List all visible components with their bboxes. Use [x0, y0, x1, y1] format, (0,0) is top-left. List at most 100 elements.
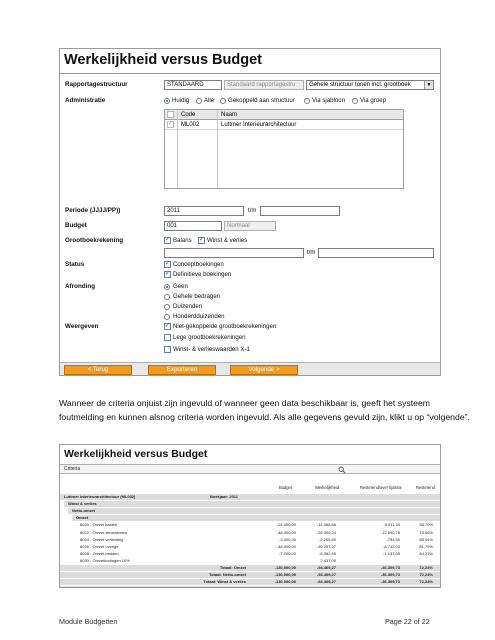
structure-code-input[interactable]: STANDAARD — [164, 80, 222, 90]
winst-verlies-x1-checkbox[interactable] — [164, 346, 171, 353]
table-row[interactable]: 8026 - Omzet overige -48.000,00 -39.257,97… — [76, 543, 440, 550]
budget-value: -24.000,00 — [276, 522, 296, 528]
periode-to-input[interactable] — [260, 206, 340, 216]
budget-value: -48.000,00 — [276, 543, 296, 549]
grid-header-row: Code Naam — [165, 110, 403, 120]
afronding-option-honderdduizenden: Honderdduizenden — [173, 313, 225, 320]
criteria-bar[interactable]: Criteria — [60, 464, 440, 474]
actual-value: -35.309,24 — [316, 529, 336, 535]
balans-checkbox[interactable]: ✓ — [164, 237, 171, 244]
export-button[interactable]: Exporteren — [148, 365, 216, 375]
table-row[interactable]: ✓ ML002 Luttmer Interieurarchitectuur — [165, 120, 403, 130]
total-row[interactable]: Totaal: Omzet -130.000,00 -94.469,27 -36.30… — [60, 565, 440, 571]
concept-checkbox[interactable]: ✓ — [164, 261, 171, 268]
total-actual: -94.469,27 — [316, 579, 336, 585]
afronding-radio-duizenden[interactable] — [164, 304, 170, 310]
afronding-radio-geen[interactable] — [164, 284, 170, 290]
grid-header-naam[interactable]: Naam — [221, 110, 237, 120]
admin-option-huidig: Huidig — [172, 97, 190, 104]
weergeven-label: Weergeven — [65, 323, 99, 330]
total-label: Totaal: Netto-omzet — [208, 572, 246, 578]
table-row[interactable]: 8020 - Omzet kasten -24.000,00 -14.088,66 -… — [76, 522, 440, 529]
balans-label: Balans — [173, 237, 192, 244]
afronding-option-duizenden: Duizenden — [173, 303, 203, 310]
table-row[interactable]: 8024 - Omzet verlichting -3.000,00 -2.205,… — [76, 536, 440, 543]
group-row[interactable]: Winst & verlies — [64, 501, 440, 508]
grootboek-to-input[interactable] — [318, 248, 434, 258]
column-header-werkelijkheid[interactable]: Werkelijkheid — [315, 485, 339, 490]
concept-label: Conceptboekingen — [173, 261, 224, 268]
column-header-budget[interactable]: Budget — [279, 485, 292, 490]
total-percent: 72,24% — [419, 565, 433, 570]
grootboek-from-input[interactable] — [164, 248, 304, 258]
entity-note: Boekjaar: 2011 — [210, 494, 239, 499]
total-actual: -94.469,27 — [296, 586, 336, 587]
column-header-resterend[interactable]: Resterend — [416, 485, 435, 490]
afronding-option-geen: Geen — [173, 283, 188, 290]
niet-gekoppeld-checkbox[interactable]: ✓ — [164, 323, 171, 330]
admin-option-alle: Alle — [204, 97, 215, 104]
total-actual: -94.469,27 — [316, 565, 336, 570]
afronding-radio-gehele[interactable] — [164, 294, 170, 300]
group-label: Winst & verlies — [68, 501, 97, 507]
group-row[interactable]: Omzet — [72, 515, 440, 522]
remaining-value: -1.137,05 — [383, 550, 400, 556]
budget-value: -3.000,00 — [279, 536, 296, 542]
actual-value: -6.062,95 — [319, 550, 336, 556]
admin-radio-gekoppeld[interactable] — [220, 98, 226, 104]
select-all-checkbox[interactable] — [167, 111, 174, 118]
administratie-label: Administratie — [65, 97, 106, 104]
group-row[interactable]: Netto-omzet — [68, 508, 440, 515]
budget-value: -48.000,00 — [276, 529, 296, 535]
total-row[interactable]: Totaal: Netto-omzet -130.000,00 -94.469,27… — [60, 572, 440, 579]
filter-icon[interactable] — [338, 466, 346, 474]
definitief-checkbox[interactable]: ✓ — [164, 271, 171, 278]
lege-grootboek-checkbox[interactable] — [164, 334, 171, 341]
group-label: Omzet — [76, 515, 89, 521]
back-button[interactable]: < Terug — [64, 365, 132, 375]
remaining-value: -9.911,34 — [383, 522, 400, 528]
admin-radio-huidig[interactable] — [164, 98, 170, 104]
row-checkbox[interactable]: ✓ — [167, 121, 174, 128]
grid-column-divider — [217, 110, 218, 188]
chevron-down-icon[interactable]: ▼ — [424, 81, 433, 89]
parameter-form-screenshot: Werkelijkheid versus Budget Rapportagest… — [59, 48, 441, 376]
table-row[interactable]: 8030 - Omzetkortingen 10% 2.437,05 — [76, 557, 440, 564]
grid-header-code[interactable]: Code — [181, 110, 195, 120]
total-row[interactable]: Totaal: Winst & verlies -130.000,00 -94.46… — [60, 579, 440, 586]
percent-value: 73,56% — [419, 529, 433, 535]
report-screenshot: Werkelijkheid versus Budget Criteria Bud… — [59, 444, 441, 588]
actual-value: -2.205,50 — [319, 536, 336, 542]
total-budget: -130.000,00 — [274, 565, 296, 570]
total-row[interactable]: Totaal: Luttmer Interieurarchitectuur (M… — [60, 586, 440, 587]
total-percent: 72,24% — [419, 579, 433, 585]
admin-radio-sjabloon[interactable] — [304, 98, 310, 104]
account-label: 8024 - Omzet verlichting — [80, 536, 124, 542]
winst-verlies-checkbox[interactable]: ✓ — [198, 237, 205, 244]
admin-radio-alle[interactable] — [196, 98, 202, 104]
total-remaining: -36.309,73 — [380, 572, 400, 578]
row-naam: Luttmer Interieurarchitectuur — [221, 122, 297, 128]
admin-radio-groep[interactable] — [352, 98, 358, 104]
next-button[interactable]: Volgende > — [230, 365, 298, 375]
button-bar: < Terug Exporteren Volgende > — [60, 362, 440, 375]
structure-display-select[interactable]: Gehele structuur tonen incl. grootboek ▼ — [306, 80, 434, 90]
periode-from-input[interactable]: 2011 — [164, 206, 244, 216]
title-divider — [60, 73, 440, 74]
table-row[interactable]: 8022 - Omzet zitmeubelen -48.000,00 -35.30… — [76, 529, 440, 536]
column-header-resterend-tijd[interactable]: Resterend/over tijdsste — [360, 485, 402, 490]
afronding-option-gehele: Gehele bedragen — [173, 293, 221, 300]
budget-code-input[interactable]: 001 — [164, 221, 222, 231]
row-code: ML002 — [181, 122, 200, 128]
paragraph-line: Wanneer de criteria onjuist zijn ingevul… — [59, 398, 431, 408]
table-row[interactable]: 8028 - Omzet bedden -7.200,00 -6.062,95 -1.… — [76, 550, 440, 557]
status-label: Status — [65, 261, 85, 268]
footer-page-number: Page 22 of 22 — [385, 617, 430, 626]
afronding-radio-honderdduizenden[interactable] — [164, 314, 170, 320]
entity-name: Luttmer Interieurarchitectuur (ML002) — [64, 494, 136, 499]
total-budget: -130.000,00 — [274, 579, 296, 585]
actual-value: -39.257,97 — [316, 543, 336, 549]
entity-row[interactable]: Luttmer Interieurarchitectuur (ML002) Boe… — [60, 494, 440, 500]
account-label: 8026 - Omzet overige — [80, 543, 119, 549]
form-title: Werkelijkheid versus Budget — [64, 52, 262, 68]
